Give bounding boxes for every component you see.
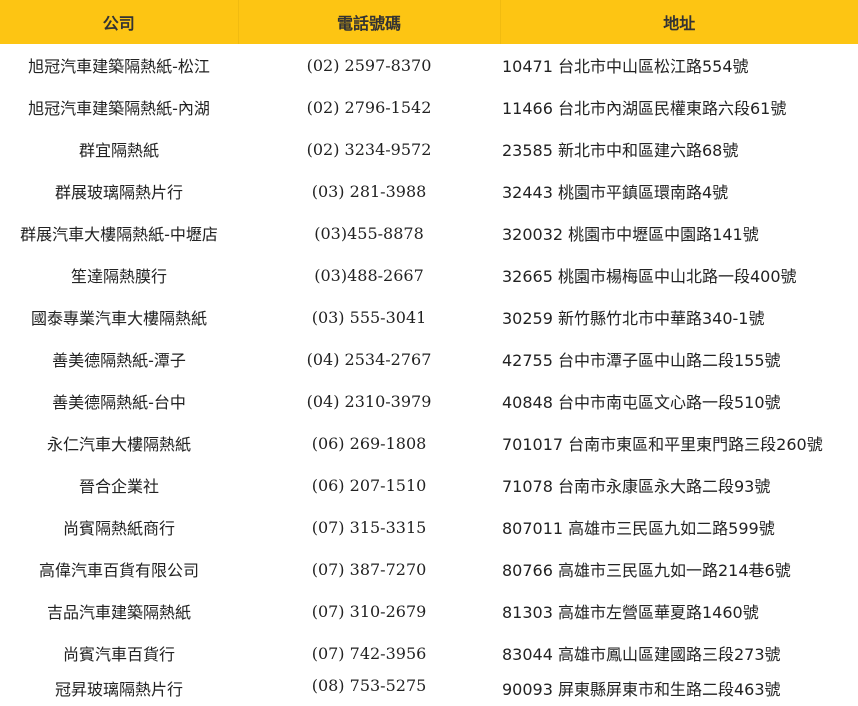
address-cell: 42755 台中市潭子區中山路二段155號: [502, 351, 781, 370]
company-cell: 善美德隔熱紙-台中: [52, 393, 186, 412]
company-cell: 冠昇玻璃隔熱片行: [54, 680, 183, 699]
phone-cell: (03)455-8878: [314, 223, 424, 243]
header-address: 地址: [500, 0, 858, 44]
phone-cell: (07) 742-3956: [311, 643, 427, 663]
company-cell: 旭冠汽車建築隔熱紙-松江: [28, 57, 210, 76]
table-row: 國泰專業汽車大樓隔熱紙 (03) 555-3041 30259 新竹縣竹北市中華路3…: [0, 296, 858, 338]
phone-cell: (03) 281-3988: [311, 181, 427, 201]
table-row: 尚賓汽車百貨行 (07) 742-3956 83044 高雄市鳳山區建國路三段273…: [0, 632, 858, 674]
address-cell: 81303 高雄市左營區華夏路1460號: [502, 603, 759, 622]
table-row: 笙達隔熱膜行 (03)488-2667 32665 桃園市楊梅區中山北路一段400號: [0, 254, 858, 296]
company-cell: 永仁汽車大樓隔熱紙: [46, 435, 191, 454]
company-cell: 高偉汽車百貨有限公司: [38, 561, 199, 580]
phone-cell: (06) 207-1510: [311, 475, 427, 495]
address-cell: 23585 新北市中和區建六路68號: [502, 141, 739, 160]
phone-cell: (02) 2796-1542: [306, 97, 432, 117]
table-row: 旭冠汽車建築隔熱紙-內湖 (02) 2796-1542 11466 台北市內湖區民權…: [0, 86, 858, 128]
table-row: 群展汽車大樓隔熱紙-中壢店 (03)455-8878 320032 桃園市中壢區中園…: [0, 212, 858, 254]
table-row: 旭冠汽車建築隔熱紙-松江 (02) 2597-8370 10471 台北市中山區松江…: [0, 44, 858, 86]
address-cell: 90093 屏東縣屏東市和生路二段463號: [502, 680, 781, 699]
header-phone: 電話號碼: [238, 0, 501, 44]
phone-cell: (02) 3234-9572: [306, 139, 432, 159]
table-row: 群宜隔熱紙 (02) 3234-9572 23585 新北市中和區建六路68號: [0, 128, 858, 170]
company-cell: 晉合企業社: [78, 477, 159, 496]
phone-cell: (04) 2310-3979: [306, 391, 432, 411]
address-cell: 807011 高雄市三民區九如二路599號: [502, 519, 775, 538]
table-row: 冠昇玻璃隔熱片行 (08) 753-5275 90093 屏東縣屏東市和生路二段46…: [0, 674, 858, 706]
phone-cell: (04) 2534-2767: [306, 349, 432, 369]
phone-cell: (06) 269-1808: [311, 433, 427, 453]
address-cell: 701017 台南市東區和平里東門路三段260號: [502, 435, 823, 454]
table-header: 公司 電話號碼 地址: [0, 0, 858, 44]
table-row: 晉合企業社 (06) 207-1510 71078 台南市永康區永大路二段93號: [0, 464, 858, 506]
header-company: 公司: [0, 0, 239, 44]
header-row: 公司 電話號碼 地址: [0, 0, 858, 44]
phone-cell: (07) 387-7270: [311, 559, 427, 579]
address-cell: 30259 新竹縣竹北市中華路340-1號: [502, 309, 765, 328]
address-cell: 32443 桃園市平鎮區環南路4號: [502, 183, 729, 202]
phone-cell: (07) 315-3315: [311, 517, 427, 537]
address-cell: 71078 台南市永康區永大路二段93號: [502, 477, 771, 496]
table-row: 永仁汽車大樓隔熱紙 (06) 269-1808 701017 台南市東區和平里東門路…: [0, 422, 858, 464]
company-cell: 吉品汽車建築隔熱紙: [46, 603, 191, 622]
phone-cell: (03) 555-3041: [311, 307, 427, 327]
table-body: 旭冠汽車建築隔熱紙-松江 (02) 2597-8370 10471 台北市中山區松江…: [0, 44, 858, 706]
phone-cell: (08) 753-5275: [311, 676, 427, 695]
address-cell: 80766 高雄市三民區九如一路214巷6號: [502, 561, 791, 580]
address-cell: 320032 桃園市中壢區中園路141號: [502, 225, 759, 244]
table-row: 群展玻璃隔熱片行 (03) 281-3988 32443 桃園市平鎮區環南路4號: [0, 170, 858, 212]
company-cell: 尚賓隔熱紙商行: [62, 519, 175, 538]
company-cell: 群展玻璃隔熱片行: [54, 183, 183, 202]
phone-cell: (07) 310-2679: [311, 601, 427, 621]
company-cell: 群宜隔熱紙: [78, 141, 159, 160]
table-row: 高偉汽車百貨有限公司 (07) 387-7270 80766 高雄市三民區九如一路2…: [0, 548, 858, 590]
phone-cell: (03)488-2667: [314, 265, 424, 285]
company-cell: 國泰專業汽車大樓隔熱紙: [30, 309, 207, 328]
phone-cell: (02) 2597-8370: [306, 55, 432, 75]
address-cell: 10471 台北市中山區松江路554號: [502, 57, 749, 76]
address-cell: 83044 高雄市鳳山區建國路三段273號: [502, 645, 781, 664]
table-row: 吉品汽車建築隔熱紙 (07) 310-2679 81303 高雄市左營區華夏路146…: [0, 590, 858, 632]
company-cell: 群展汽車大樓隔熱紙-中壢店: [20, 225, 218, 244]
company-cell: 笙達隔熱膜行: [70, 267, 167, 286]
address-cell: 40848 台中市南屯區文心路一段510號: [502, 393, 781, 412]
table-row: 善美德隔熱紙-台中 (04) 2310-3979 40848 台中市南屯區文心路一段…: [0, 380, 858, 422]
table-row: 善美德隔熱紙-潭子 (04) 2534-2767 42755 台中市潭子區中山路二段…: [0, 338, 858, 380]
address-cell: 32665 桃園市楊梅區中山北路一段400號: [502, 267, 797, 286]
table-row: 尚賓隔熱紙商行 (07) 315-3315 807011 高雄市三民區九如二路599…: [0, 506, 858, 548]
company-cell: 善美德隔熱紙-潭子: [52, 351, 186, 370]
dealer-table: 公司 電話號碼 地址 旭冠汽車建築隔熱紙-松江 (02) 2597-8370 104…: [0, 0, 858, 706]
company-cell: 尚賓汽車百貨行: [62, 645, 175, 664]
company-cell: 旭冠汽車建築隔熱紙-內湖: [28, 99, 210, 118]
address-cell: 11466 台北市內湖區民權東路六段61號: [502, 99, 787, 118]
